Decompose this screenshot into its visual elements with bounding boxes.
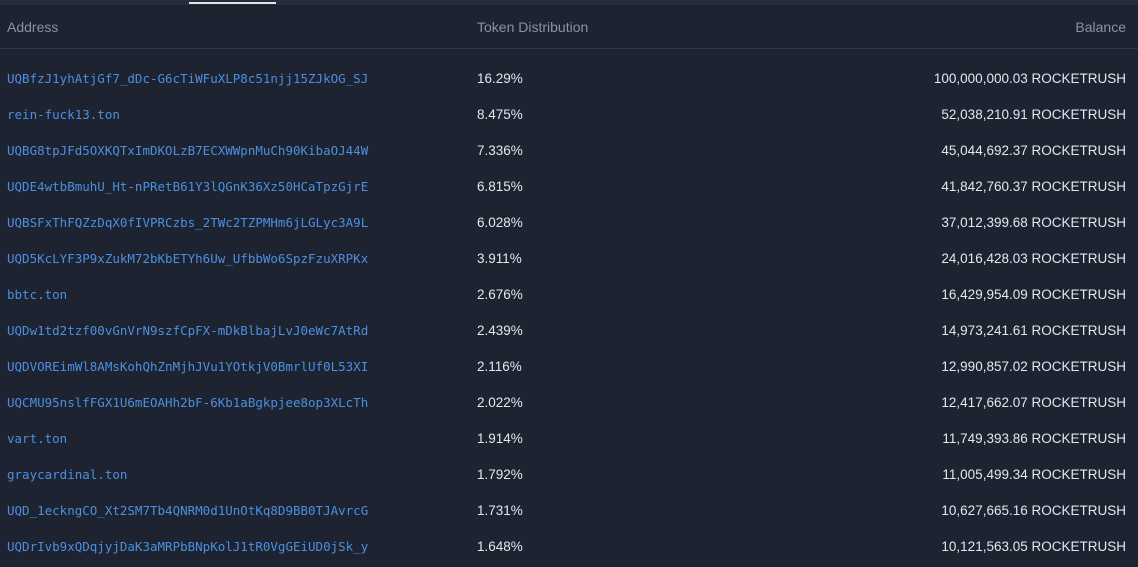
holder-balance: 45,044,692.37 ROCKETRUSH — [941, 143, 1126, 158]
table-row: rein-fuck13.ton 8.475% 52,038,210.91 ROCKE… — [0, 98, 1138, 134]
holder-share: 16.29% — [477, 71, 523, 86]
holder-address-link[interactable]: vart.ton — [7, 431, 67, 447]
holder-share: 6.028% — [477, 215, 523, 230]
holder-address-link[interactable]: UQD5KcLYF3P9xZukM72bKbETYh6Uw_UfbbWo6Spz… — [7, 251, 368, 267]
holder-address-link[interactable]: UQBG8tpJFd5OXKQTxImDKOLzB7ECXWWpnMuCh90K… — [7, 143, 368, 159]
table-row: UQCMU95nslfFGX1U6mEOAHh2bF-6Kb1aBgkpjee8… — [0, 386, 1138, 422]
table-row: vart.ton 1.914% 11,749,393.86 ROCKETRUSH — [0, 422, 1138, 458]
column-header-address[interactable]: Address — [7, 19, 58, 35]
holder-address-link[interactable]: UQDVOREimWl8AMsKohQhZnMjhJVu1YOtkjV0Bmrl… — [7, 359, 368, 375]
holder-balance: 100,000,000.03 ROCKETRUSH — [933, 71, 1126, 86]
holder-address-link[interactable]: UQD_1eckngCO_Xt2SM7Tb4QNRM0d1UnOtKq8D9BB… — [7, 503, 368, 519]
table-row: UQDE4wtbBmuhU_Ht-nPRetB61Y3lQGnK36Xz50HC… — [0, 170, 1138, 206]
holder-share: 2.116% — [477, 359, 522, 374]
table-row: UQBSFxThFQZzDqX0fIVPRCzbs_2TWc2TZPMHm6jL… — [0, 206, 1138, 242]
holder-balance: 12,990,857.02 ROCKETRUSH — [941, 359, 1126, 374]
table-row: bbtc.ton 2.676% 16,429,954.09 ROCKETRUSH — [0, 278, 1138, 314]
holder-balance: 24,016,428.03 ROCKETRUSH — [941, 251, 1126, 266]
holder-address-link[interactable]: UQDw1td2tzf00vGnVrN9szfCpFX-mDkBlbajLvJ0… — [7, 323, 368, 339]
holder-balance: 11,005,499.34 ROCKETRUSH — [942, 467, 1126, 482]
holder-share: 6.815% — [477, 179, 523, 194]
holder-share: 8.475% — [477, 107, 523, 122]
holder-share: 2.676% — [477, 287, 523, 302]
holder-balance: 41,842,760.37 ROCKETRUSH — [941, 179, 1126, 194]
column-header-balance[interactable]: Balance — [1075, 19, 1126, 35]
active-tab-indicator — [189, 2, 276, 4]
holder-address-link[interactable]: UQDrIvb9xQDqjyjDaK3aMRPbBNpKolJ1tR0VgGEi… — [7, 539, 368, 555]
holder-balance: 16,429,954.09 ROCKETRUSH — [941, 287, 1126, 302]
holder-address-link[interactable]: UQDE4wtbBmuhU_Ht-nPRetB61Y3lQGnK36Xz50HC… — [7, 179, 368, 195]
table-row: graycardinal.ton 1.792% 11,005,499.34 ROCK… — [0, 458, 1138, 494]
holders-page: Address Token Distribution Balance UQBfz… — [0, 0, 1138, 567]
table-row: UQDVOREimWl8AMsKohQhZnMjhJVu1YOtkjV0Bmrl… — [0, 350, 1138, 386]
holder-balance: 10,627,665.16 ROCKETRUSH — [941, 503, 1126, 518]
holder-share: 1.914% — [477, 431, 523, 446]
holder-share: 3.911% — [477, 251, 522, 266]
table-row: UQD5KcLYF3P9xZukM72bKbETYh6Uw_UfbbWo6Spz… — [0, 242, 1138, 278]
holder-address-link[interactable]: bbtc.ton — [7, 287, 67, 303]
table-header: Address Token Distribution Balance — [0, 5, 1138, 49]
table-row: UQDrIvb9xQDqjyjDaK3aMRPbBNpKolJ1tR0VgGEi… — [0, 530, 1138, 566]
holder-share: 1.792% — [477, 467, 523, 482]
holders-table-body: UQBfzJ1yhAtjGf7_dDc-G6cTiWFuXLP8c51njj15… — [0, 62, 1138, 566]
holder-balance: 11,749,393.86 ROCKETRUSH — [942, 431, 1126, 446]
holder-share: 7.336% — [477, 143, 523, 158]
holder-balance: 52,038,210.91 ROCKETRUSH — [941, 107, 1126, 122]
table-row: UQDw1td2tzf00vGnVrN9szfCpFX-mDkBlbajLvJ0… — [0, 314, 1138, 350]
column-header-token-distribution[interactable]: Token Distribution — [477, 19, 588, 35]
table-row: UQBG8tpJFd5OXKQTxImDKOLzB7ECXWWpnMuCh90K… — [0, 134, 1138, 170]
holder-share: 2.439% — [477, 323, 523, 338]
holder-share: 2.022% — [477, 395, 523, 410]
holder-address-link[interactable]: graycardinal.ton — [7, 467, 127, 483]
holder-balance: 12,417,662.07 ROCKETRUSH — [941, 395, 1126, 410]
holder-share: 1.731% — [477, 503, 523, 518]
table-row: UQD_1eckngCO_Xt2SM7Tb4QNRM0d1UnOtKq8D9BB… — [0, 494, 1138, 530]
table-row: UQBfzJ1yhAtjGf7_dDc-G6cTiWFuXLP8c51njj15… — [0, 62, 1138, 98]
holder-address-link[interactable]: UQBfzJ1yhAtjGf7_dDc-G6cTiWFuXLP8c51njj15… — [7, 71, 368, 87]
holder-address-link[interactable]: rein-fuck13.ton — [7, 107, 120, 123]
holder-balance: 10,121,563.05 ROCKETRUSH — [941, 539, 1126, 554]
holder-balance: 14,973,241.61 ROCKETRUSH — [941, 323, 1126, 338]
holder-address-link[interactable]: UQBSFxThFQZzDqX0fIVPRCzbs_2TWc2TZPMHm6jL… — [7, 215, 368, 231]
holder-balance: 37,012,399.68 ROCKETRUSH — [941, 215, 1126, 230]
holder-address-link[interactable]: UQCMU95nslfFGX1U6mEOAHh2bF-6Kb1aBgkpjee8… — [7, 395, 368, 411]
holder-share: 1.648% — [477, 539, 523, 554]
